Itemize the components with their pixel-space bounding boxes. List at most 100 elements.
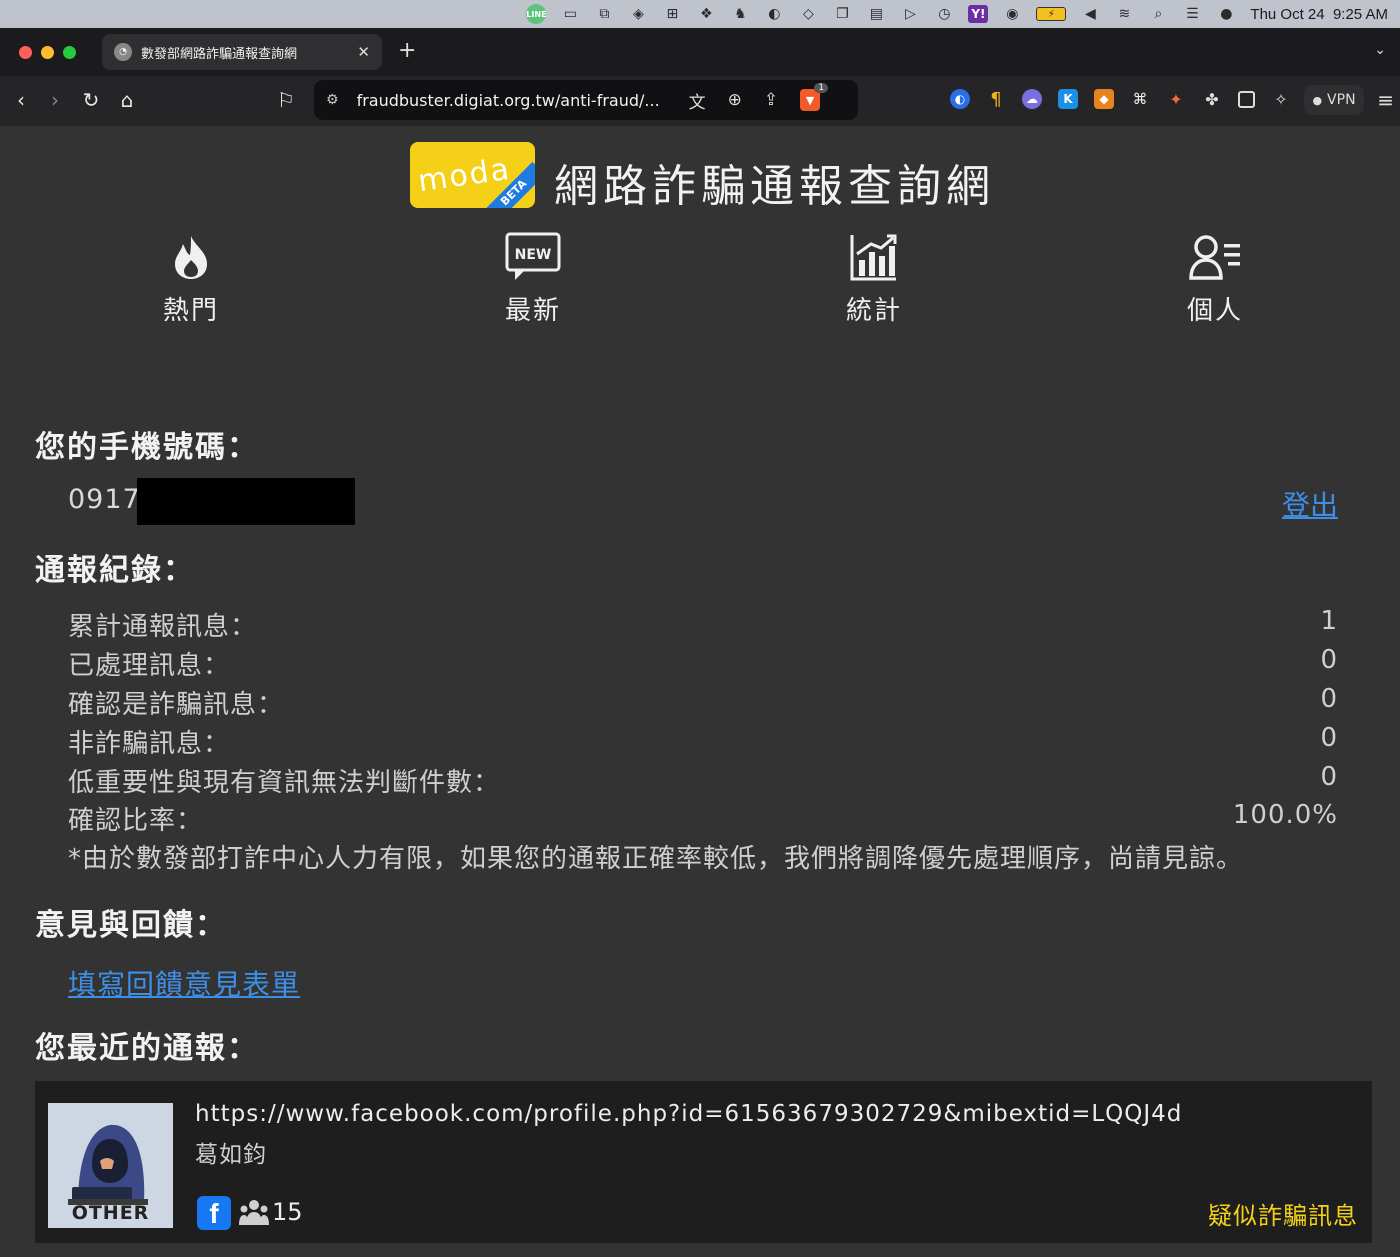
- zoom-window-button[interactable]: [63, 45, 76, 59]
- ghost-extension-icon[interactable]: ☁: [1022, 89, 1042, 109]
- new-tab-button[interactable]: +: [398, 38, 416, 63]
- nav-latest-label: 最新: [504, 296, 561, 326]
- facebook-icon: f: [197, 1196, 231, 1230]
- macos-menubar: LINE ▭ ⧉ ◈ ⊞ ❖ ♞ ◐ ◇ ❐ ▤ ▷ ◷ Y! ◉ ⚡ ◀ ≋ …: [0, 0, 1400, 28]
- menubar-clock[interactable]: Thu Oct 24 9:25 AM: [1250, 6, 1388, 23]
- stat-value: 0: [1320, 645, 1338, 675]
- wifi-icon[interactable]: ≋: [1114, 5, 1134, 23]
- dropbox-icon[interactable]: ❖: [696, 5, 716, 23]
- stat-row-undetermined: 低重要性與現有資訊無法判斷件數： 0: [68, 762, 1338, 798]
- display-icon[interactable]: ⧉: [594, 5, 614, 23]
- stat-row-confirmed-fraud: 確認是詐騙訊息： 0: [68, 684, 1338, 720]
- stat-value: 100.0%: [1232, 800, 1338, 830]
- translate-icon[interactable]: 文: [689, 88, 706, 113]
- siri-icon[interactable]: ●: [1216, 5, 1236, 23]
- tab-favicon-icon: ◔: [114, 43, 132, 61]
- stat-row-not-fraud: 非詐騙訊息： 0: [68, 723, 1338, 759]
- extensions-puzzle-icon[interactable]: ✤: [1202, 89, 1222, 109]
- nav-stats[interactable]: 統計: [814, 230, 934, 327]
- logo-text: moda: [416, 151, 513, 200]
- url-text[interactable]: fraudbuster.digiat.org.tw/anti-fraud/...: [357, 91, 667, 110]
- play-circle-icon[interactable]: ◐: [764, 5, 784, 23]
- zoom-icon[interactable]: ⊕: [728, 90, 742, 110]
- stat-row-processed: 已處理訊息： 0: [68, 645, 1338, 681]
- report-url[interactable]: https://www.facebook.com/profile.php?id=…: [195, 1101, 1182, 1127]
- back-button[interactable]: ‹: [8, 88, 34, 112]
- battery-icon[interactable]: ⚡: [1036, 7, 1067, 21]
- line-icon[interactable]: LINE: [526, 4, 547, 24]
- metamask-icon[interactable]: ◆: [1094, 89, 1114, 109]
- bookmark-icon[interactable]: ⚐: [273, 88, 299, 112]
- shields-count-badge: 1: [814, 83, 829, 93]
- new-badge-icon: NEW: [473, 230, 593, 284]
- active-tab[interactable]: ◔ 數發部網路詐騙通報查詢網 ✕: [102, 34, 382, 70]
- stat-value: 0: [1320, 762, 1338, 792]
- yahoo-icon[interactable]: Y!: [968, 5, 989, 23]
- tab-title: 數發部網路詐騙通報查詢網: [141, 46, 298, 62]
- address-bar[interactable]: ⚙ fraudbuster.digiat.org.tw/anti-fraud/.…: [314, 80, 858, 120]
- stat-label: 確認比率：: [68, 806, 204, 836]
- reload-button[interactable]: ↻: [78, 88, 104, 112]
- sidebar-icon[interactable]: [1238, 90, 1255, 108]
- alpaca-icon[interactable]: ♞: [730, 5, 750, 23]
- stat-value: 0: [1320, 684, 1338, 714]
- history-icon[interactable]: ◷: [934, 5, 954, 23]
- logout-link[interactable]: 登出: [1282, 484, 1338, 524]
- close-tab-icon[interactable]: ✕: [357, 43, 370, 61]
- brave-shields-icon[interactable]: ▼ 1: [800, 83, 829, 111]
- report-card[interactable]: OTHER https://www.facebook.com/profile.p…: [35, 1081, 1372, 1243]
- globe-extension-icon[interactable]: ◐: [950, 89, 970, 109]
- stat-value: 1: [1320, 606, 1338, 636]
- tab-list-chevron-icon[interactable]: ⌄: [1374, 42, 1386, 58]
- search-icon[interactable]: ⌕: [1148, 5, 1168, 23]
- stat-label: 累計通報訊息：: [68, 612, 258, 642]
- spark-extension-icon[interactable]: ✦: [1166, 89, 1186, 109]
- close-window-button[interactable]: [19, 45, 32, 59]
- report-thumbnail: OTHER: [48, 1103, 173, 1228]
- report-count: 15: [272, 1198, 303, 1226]
- nav-personal[interactable]: 個人: [1155, 230, 1275, 327]
- site-title: 網路詐騙通報查詢網: [554, 161, 995, 212]
- browser-tabbar: ◔ 數發部網路詐騙通報查詢網 ✕ + ⌄: [0, 28, 1400, 76]
- window-controls: [19, 45, 76, 59]
- thumb-tag: OTHER: [71, 1202, 150, 1224]
- recent-heading: 您最近的通報：: [35, 1031, 259, 1066]
- vpn-button[interactable]: ● VPN: [1304, 85, 1364, 115]
- link-extension-icon[interactable]: ⌘: [1130, 89, 1150, 109]
- play-icon[interactable]: ▷: [900, 5, 920, 23]
- home-button[interactable]: ⌂: [114, 88, 140, 112]
- grid-icon[interactable]: ⊞: [662, 5, 682, 23]
- stat-value: 0: [1320, 723, 1338, 753]
- stack-icon[interactable]: ◇: [798, 5, 818, 23]
- stat-label: 已處理訊息：: [68, 651, 231, 681]
- nav-latest[interactable]: NEW 最新: [473, 230, 593, 327]
- screen-icon[interactable]: ▭: [560, 5, 580, 23]
- feedback-form-link[interactable]: 填寫回饋意見表單: [68, 963, 300, 1003]
- stat-row-total: 累計通報訊息： 1: [68, 606, 1338, 642]
- minimize-window-button[interactable]: [41, 45, 54, 59]
- forward-button[interactable]: ›: [42, 88, 68, 112]
- account-icon[interactable]: ◉: [1002, 5, 1022, 23]
- svg-text:NEW: NEW: [515, 247, 552, 263]
- volume-icon[interactable]: ◀: [1080, 5, 1100, 23]
- phone-redaction: [137, 478, 355, 525]
- k-extension-icon[interactable]: K: [1058, 89, 1078, 109]
- browser-toolbar: ‹ › ↻ ⌂ ⚐ ⚙ fraudbuster.digiat.org.tw/an…: [0, 76, 1400, 126]
- pen-extension-icon[interactable]: ¶: [986, 89, 1006, 110]
- vpn-status-icon: ●: [1312, 93, 1323, 107]
- flame-icon: [131, 230, 251, 284]
- chart-icon: [814, 230, 934, 284]
- share-icon[interactable]: ⇪: [764, 90, 778, 110]
- browser-menu-icon[interactable]: ≡: [1377, 88, 1394, 112]
- moda-logo[interactable]: moda BETA: [410, 142, 535, 208]
- stat-label: 非詐騙訊息：: [68, 729, 231, 759]
- layers-icon[interactable]: ◈: [628, 5, 648, 23]
- site-settings-icon[interactable]: ⚙: [326, 92, 339, 108]
- window-icon[interactable]: ❐: [832, 5, 852, 23]
- control-center-icon[interactable]: ☰: [1182, 5, 1202, 23]
- stat-label: 低重要性與現有資訊無法判斷件數：: [68, 768, 501, 798]
- keyboard-icon[interactable]: ▤: [866, 5, 886, 23]
- leo-ai-icon[interactable]: ✧: [1271, 89, 1291, 109]
- nav-hot[interactable]: 熱門: [131, 230, 251, 327]
- records-note: *由於數發部打詐中心人力有限，如果您的通報正確率較低，我們將調降優先處理順序，尚…: [68, 844, 1244, 874]
